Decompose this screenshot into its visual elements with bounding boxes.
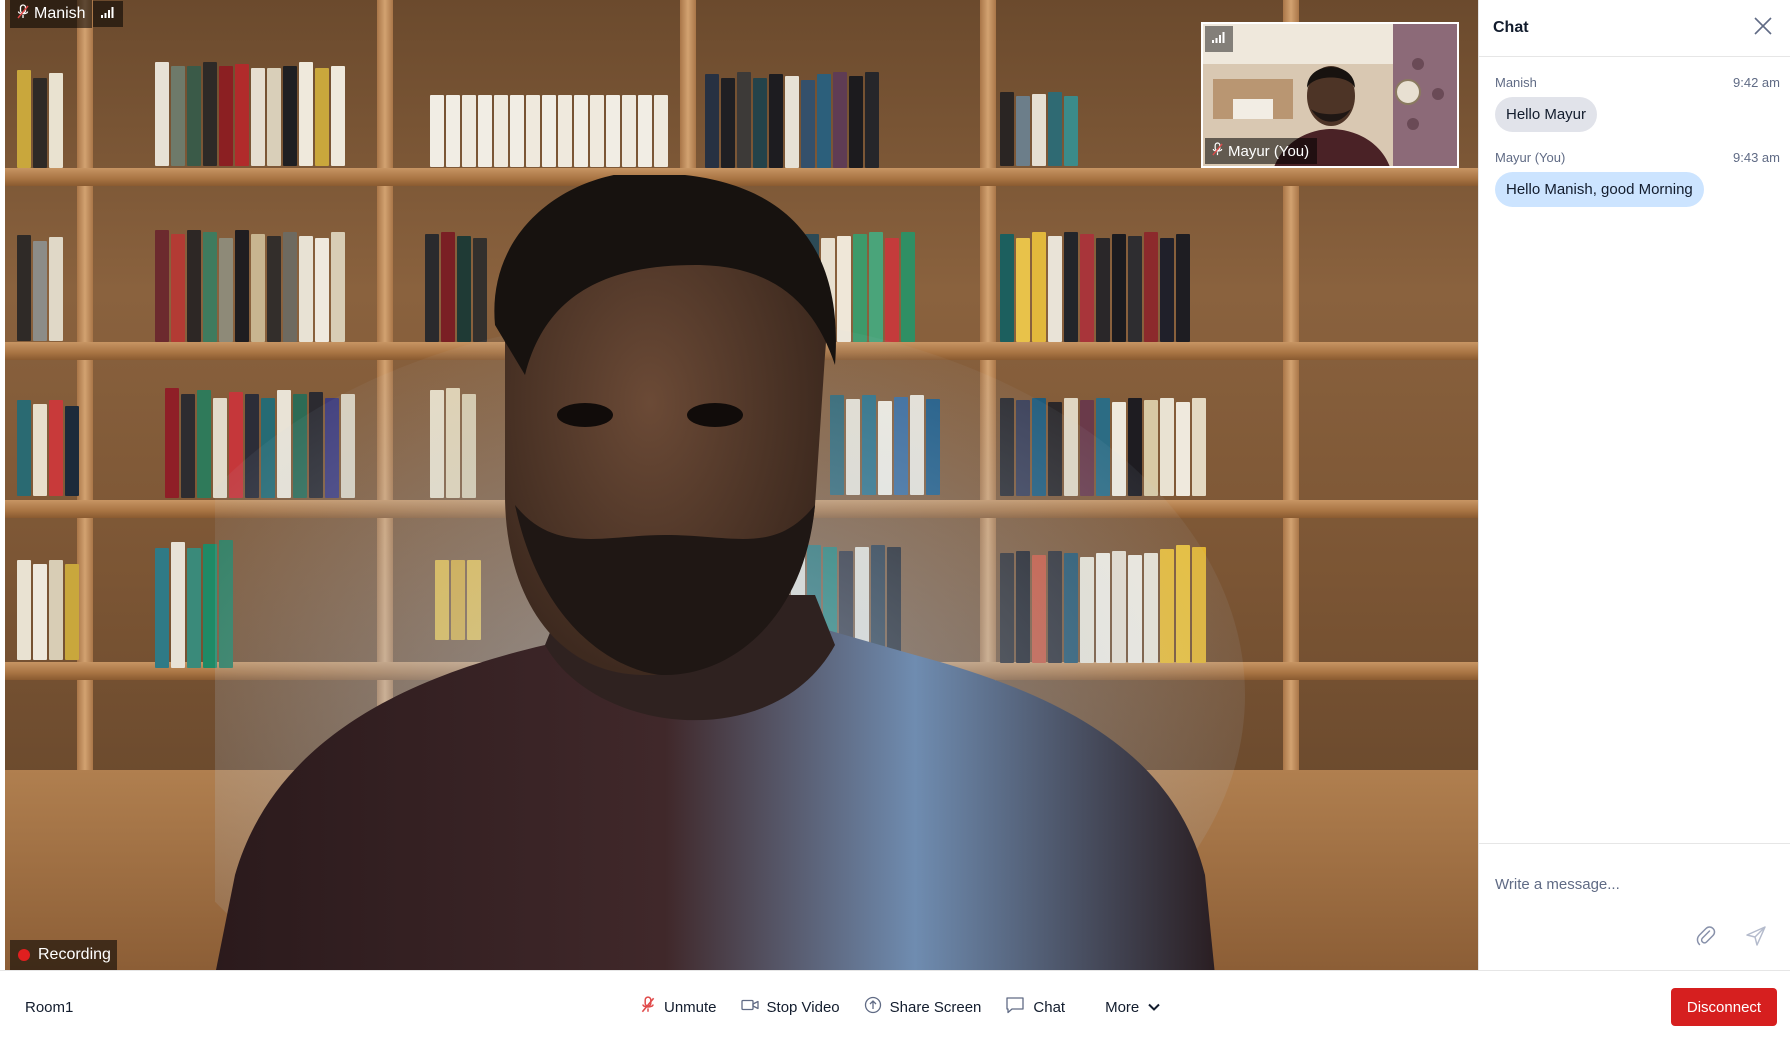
book-row xyxy=(17,400,79,496)
book-row xyxy=(1000,92,1078,166)
video-app: Manish Recording Mayur (You) Chat Manish… xyxy=(0,0,1790,1042)
call-toolbar: Room1 Unmute Stop Video Share Screen Cha… xyxy=(0,970,1790,1042)
more-menu-button[interactable]: More xyxy=(1095,991,1171,1024)
chat-panel: Chat Manish 9:42 am Hello Mayur Mayur (Y… xyxy=(1478,0,1790,970)
book-row xyxy=(17,235,63,341)
message-input[interactable] xyxy=(1495,864,1765,904)
signal-icon xyxy=(1211,30,1227,49)
main-video: Manish Recording Mayur (You) xyxy=(5,0,1478,970)
self-participant-name: Mayur (You) xyxy=(1228,142,1310,160)
main-participant-name: Manish xyxy=(34,5,86,22)
recording-label: Recording xyxy=(38,946,111,963)
chat-icon xyxy=(1005,996,1025,1018)
signal-icon xyxy=(100,5,116,24)
message-bubble: Hello Manish, good Morning xyxy=(1495,172,1704,207)
book-row xyxy=(17,70,63,168)
chat-message: Mayur (You) 9:43 am Hello Manish, good M… xyxy=(1479,150,1790,207)
more-label: More xyxy=(1105,998,1140,1016)
close-icon xyxy=(1753,16,1773,41)
chat-toggle-button[interactable]: Chat xyxy=(995,988,1075,1026)
unmute-label: Unmute xyxy=(664,998,717,1016)
book-row xyxy=(430,95,668,167)
message-author: Mayur (You) xyxy=(1495,150,1566,165)
attach-icon xyxy=(1695,925,1717,952)
call-controls: Unmute Stop Video Share Screen Chat More xyxy=(630,971,1171,1042)
chat-title: Chat xyxy=(1493,19,1529,36)
chevron-down-icon xyxy=(1147,999,1161,1016)
share-screen-label: Share Screen xyxy=(889,998,982,1016)
self-preview-video: Mayur (You) xyxy=(1201,22,1459,168)
share-screen-icon xyxy=(864,996,882,1018)
send-message-button[interactable] xyxy=(1742,924,1770,952)
mic-off-icon xyxy=(640,996,656,1018)
message-composer xyxy=(1479,843,1790,970)
stop-video-button[interactable]: Stop Video xyxy=(731,990,850,1024)
close-chat-button[interactable] xyxy=(1750,15,1776,41)
recording-indicator: Recording xyxy=(10,940,117,970)
message-bubble: Hello Mayur xyxy=(1495,97,1598,132)
message-meta: Mayur (You) 9:43 am xyxy=(1495,150,1780,165)
unmute-button[interactable]: Unmute xyxy=(630,988,727,1026)
participant-video-feed xyxy=(215,175,1245,970)
send-icon xyxy=(1745,925,1767,952)
chat-header: Chat xyxy=(1479,0,1790,57)
message-time: 9:42 am xyxy=(1733,75,1780,90)
chat-message: Manish 9:42 am Hello Mayur xyxy=(1479,75,1790,132)
mic-off-icon xyxy=(16,3,30,25)
attach-file-button[interactable] xyxy=(1692,924,1720,952)
disconnect-button[interactable]: Disconnect xyxy=(1671,988,1777,1026)
message-meta: Manish 9:42 am xyxy=(1495,75,1780,90)
video-icon xyxy=(740,998,759,1016)
network-quality xyxy=(93,1,123,27)
book-row xyxy=(155,62,345,166)
message-author: Manish xyxy=(1495,75,1537,90)
stop-video-label: Stop Video xyxy=(766,998,840,1016)
mic-off-icon xyxy=(1211,141,1224,161)
self-participant-tag: Mayur (You) xyxy=(1205,138,1318,164)
message-time: 9:43 am xyxy=(1733,150,1780,165)
book-row xyxy=(17,560,79,660)
self-network-quality xyxy=(1205,26,1233,52)
book-row xyxy=(705,72,879,168)
chat-toggle-label: Chat xyxy=(1033,998,1066,1016)
main-participant-tag: Manish xyxy=(10,0,92,28)
share-screen-button[interactable]: Share Screen xyxy=(854,988,992,1026)
recording-dot-icon xyxy=(18,949,30,961)
room-name: Room1 xyxy=(25,998,74,1016)
